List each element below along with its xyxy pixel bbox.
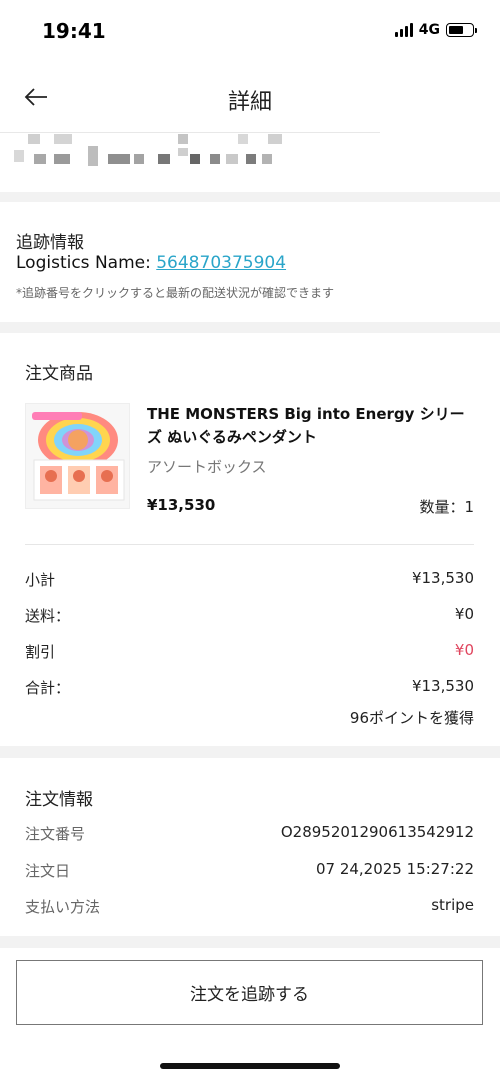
network-type: 4G xyxy=(418,22,440,38)
discount-value: ¥0 xyxy=(454,641,474,659)
total-value: ¥13,530 xyxy=(411,677,474,695)
product-box-illustration xyxy=(26,404,129,508)
battery-icon xyxy=(446,23,477,37)
payment-method-value: stripe xyxy=(431,896,474,914)
order-items-title: 注文商品 xyxy=(25,364,93,384)
shipping-address-redacted xyxy=(0,132,500,192)
product-image[interactable] xyxy=(25,403,130,509)
home-indicator[interactable] xyxy=(160,1063,340,1069)
track-order-button[interactable]: 注文を追跡する xyxy=(16,960,483,1025)
logistics-label: Logistics Name: xyxy=(16,253,157,273)
tracking-title: 追跡情報 xyxy=(16,233,84,253)
battery-level xyxy=(449,26,463,34)
order-date-value: 07 24,2025 15:27:22 xyxy=(315,860,474,878)
items-divider xyxy=(25,544,474,545)
order-date-row: 注文日 07 24,2025 15:27:22 xyxy=(25,860,474,880)
product-quantity: 数量：1 xyxy=(419,498,474,516)
order-date-label: 注文日 xyxy=(25,862,71,880)
discount-label: 割引 xyxy=(25,643,56,661)
divider xyxy=(0,132,380,133)
order-info-section: 注文情報 注文番号 O2895201290613542912 注文日 07 24… xyxy=(0,758,500,936)
order-number-row: 注文番号 O2895201290613542912 xyxy=(25,823,474,843)
order-detail-screen: 19:41 4G 詳細 追跡情報 Logistics Name: 5648703… xyxy=(0,0,500,1080)
order-number-label: 注文番号 xyxy=(25,825,86,843)
points-earned: 96ポイントを獲得 xyxy=(349,709,474,727)
total-row: 合計： ¥13,530 xyxy=(25,677,474,697)
shipping-row: 送料： ¥0 xyxy=(25,605,474,625)
order-info-title: 注文情報 xyxy=(25,790,93,810)
status-indicators: 4G xyxy=(394,22,477,38)
order-items-section: 注文商品 THE MONSTERS Big into Energy シリーズ ぬ… xyxy=(0,333,500,746)
shipping-label: 送料： xyxy=(25,607,71,625)
product-price: ¥13,530 xyxy=(147,496,216,514)
payment-method-label: 支払い方法 xyxy=(25,898,101,916)
tracking-section: 追跡情報 Logistics Name: 564870375904 *追跡番号を… xyxy=(0,202,500,322)
shipping-value: ¥0 xyxy=(454,605,474,623)
status-bar: 19:41 4G xyxy=(0,0,500,62)
nav-bar: 詳細 xyxy=(0,62,500,132)
signal-icon xyxy=(394,23,413,37)
subtotal-row: 小計 ¥13,530 xyxy=(25,569,474,589)
order-number-value: O2895201290613542912 xyxy=(280,823,474,841)
product-variant: アソートボックス xyxy=(147,458,267,476)
discount-row: 割引 ¥0 xyxy=(25,641,474,661)
subtotal-value: ¥13,530 xyxy=(411,569,474,587)
product-name[interactable]: THE MONSTERS Big into Energy シリーズ ぬいぐるみペ… xyxy=(147,403,477,449)
tracking-number-link[interactable]: 564870375904 xyxy=(156,253,286,273)
total-label: 合計： xyxy=(25,679,71,697)
tracking-note: *追跡番号をクリックすると最新の配送状況が確認できます xyxy=(16,286,335,300)
page-title: 詳細 xyxy=(227,90,272,115)
subtotal-label: 小計 xyxy=(25,571,56,589)
status-time: 19:41 xyxy=(42,19,106,43)
bottom-bar: 注文を追跡する xyxy=(0,948,500,1080)
payment-method-row: 支払い方法 stripe xyxy=(25,896,474,916)
logistics-line: Logistics Name: 564870375904 xyxy=(16,253,286,273)
